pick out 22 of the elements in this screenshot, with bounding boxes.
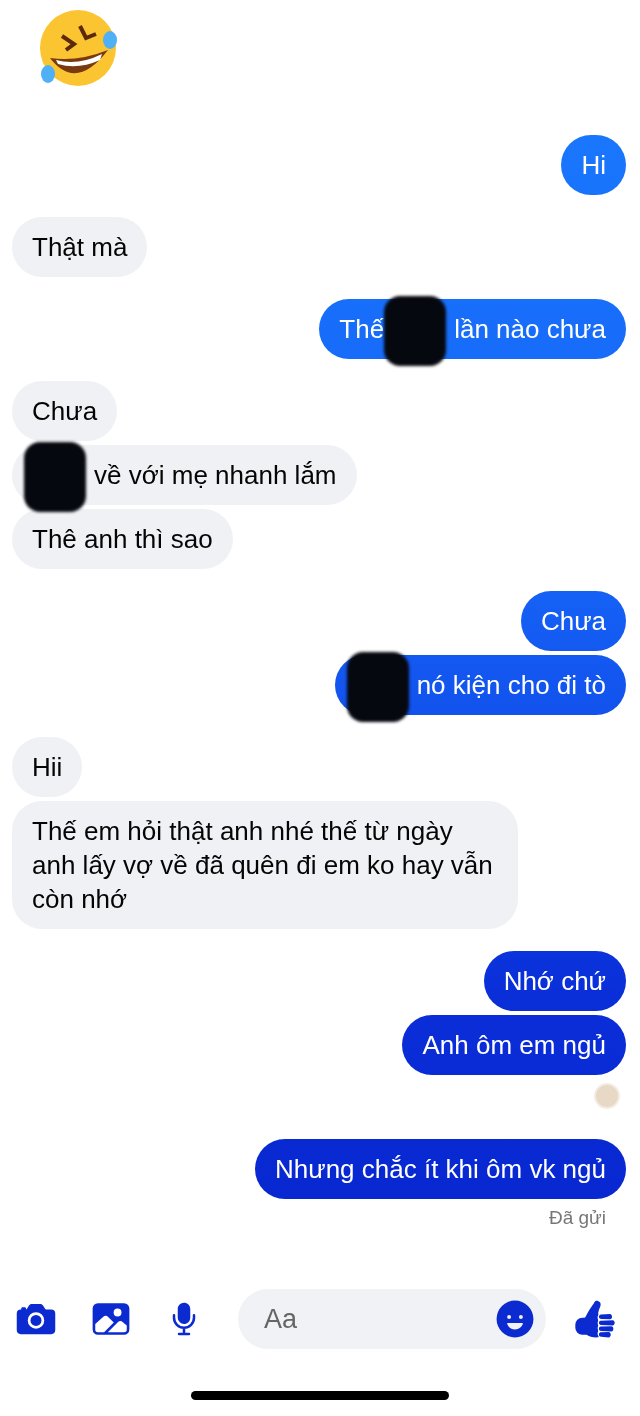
redaction-mark [346,652,409,722]
message-bubble: Hi [561,135,626,195]
message-bubble: Thế em hỏi thật anh nhé thế từ ngày anh lấy vợ về đã quên đi em ko hay vẫn còn nhớ [12,801,518,929]
message-bubble: Hii [12,737,83,797]
redaction-mark [384,296,447,366]
message-bubble: Thật mà [12,217,148,277]
sent-status: Đã gửi [548,1207,606,1229]
message-text: Thế [339,313,385,346]
thumbs-up-icon[interactable] [574,1298,616,1340]
message-input-field[interactable]: Aa [238,1289,546,1349]
message-bubble: Nhưng chắc ít khi ôm vk ngủ [255,1139,626,1199]
message-bubble: Chưa [520,591,626,651]
message-bubble: Anh ôm em ngủ [402,1015,626,1075]
message-text: lần nào chưa [454,313,606,346]
smiley-icon[interactable] [494,1298,536,1340]
message-bubble: Thê anh thì sao [12,509,233,569]
message-text: về với mẹ nhanh lắm [94,459,337,492]
seen-avatar [594,1083,620,1109]
message-text: nó kiện cho đi tò [416,669,606,702]
redaction-mark [24,442,86,512]
message-bubble: Chưa [12,381,118,441]
message-bubble: Nhớ chứ [483,951,626,1011]
